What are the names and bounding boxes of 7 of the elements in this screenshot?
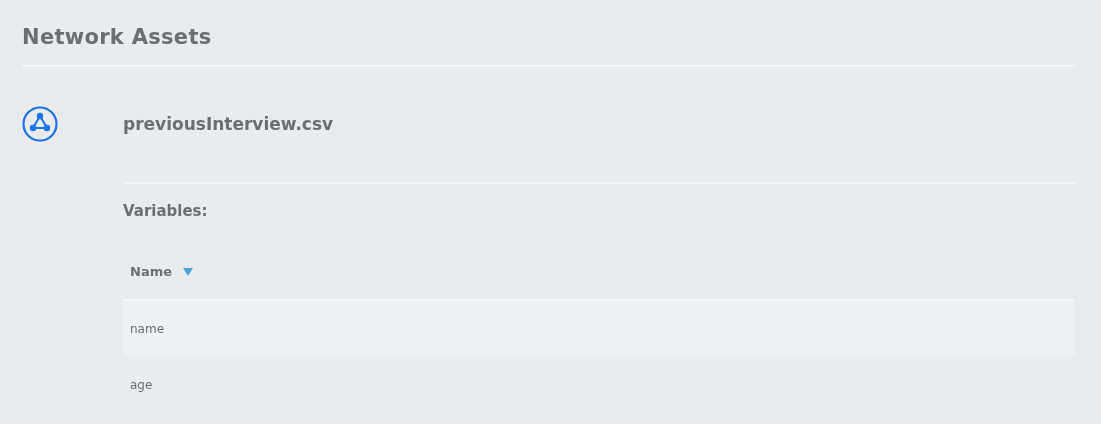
asset-filename: previousInterview.csv bbox=[123, 113, 335, 136]
table-cell: name bbox=[123, 300, 1075, 357]
sort-caret-icon bbox=[183, 268, 193, 276]
table-cell: age bbox=[123, 357, 1075, 413]
network-icon bbox=[22, 106, 58, 142]
page-title: Network Assets bbox=[22, 24, 213, 51]
variables-label: Variables: bbox=[123, 201, 209, 221]
